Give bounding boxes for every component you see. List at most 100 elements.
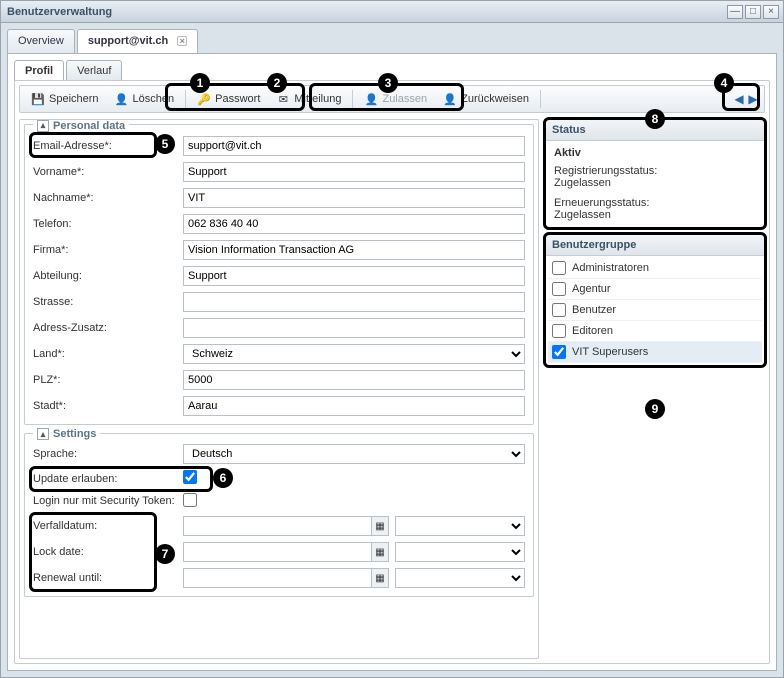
next-arrow[interactable]: ▶ [746, 91, 760, 107]
strasse-field[interactable] [183, 292, 525, 312]
plz-field[interactable] [183, 370, 525, 390]
vorname-label: Vorname*: [33, 166, 183, 178]
telefon-field[interactable] [183, 214, 525, 234]
prev-arrow[interactable]: ◀ [732, 91, 746, 107]
titlebar: Benutzerverwaltung — □ × [1, 1, 783, 23]
renewal-date[interactable] [183, 568, 371, 588]
group-label: Editoren [572, 325, 613, 337]
email-label: Email-Adresse*: [33, 140, 183, 152]
land-select[interactable]: Schweiz [183, 344, 525, 364]
plz-label: PLZ*: [33, 374, 183, 386]
mitteilung-button[interactable]: ✉Mitteilung [269, 89, 348, 109]
status-reg-label: Registrierungsstatus: [554, 165, 756, 177]
renewal-select[interactable] [395, 568, 525, 588]
tab-verlauf-label: Verlauf [77, 65, 111, 77]
calendar-icon[interactable]: ▦ [371, 542, 389, 562]
fieldset-settings: ▴Settings Sprache:Deutsch Update erlaube… [24, 433, 534, 598]
zusatz-field[interactable] [183, 318, 525, 338]
verfall-date[interactable] [183, 516, 371, 536]
save-label: Speichern [49, 93, 99, 105]
group-row[interactable]: Benutzer [548, 300, 762, 321]
zulassen-button[interactable]: 👤Zulassen [357, 89, 434, 109]
calendar-icon[interactable]: ▦ [371, 568, 389, 588]
status-ern-label: Erneuerungsstatus: [554, 197, 756, 209]
tab-profil-label: Profil [25, 65, 53, 77]
tab-user-label: support@vit.ch [88, 35, 168, 47]
firma-field[interactable] [183, 240, 525, 260]
group-checkbox[interactable] [552, 345, 566, 359]
key-icon: 🔑 [197, 92, 211, 106]
strasse-label: Strasse: [33, 296, 183, 308]
email-field[interactable] [183, 136, 525, 156]
sprache-select[interactable]: Deutsch [183, 444, 525, 464]
groups-header: Benutzergruppe [546, 235, 764, 256]
delete-button[interactable]: 👤 Löschen [108, 89, 182, 109]
group-label: Administratoren [572, 262, 649, 274]
vorname-field[interactable] [183, 162, 525, 182]
group-label: VIT Superusers [572, 346, 648, 358]
group-label: Benutzer [572, 304, 616, 316]
fieldset-personal: ▴Personal data Email-Adresse*: 5 Vorname… [24, 124, 534, 425]
tab-user[interactable]: support@vit.ch × [77, 29, 198, 53]
group-checkbox[interactable] [552, 324, 566, 338]
right-column: Status Aktiv Registrierungsstatus: Zugel… [545, 119, 765, 659]
telefon-label: Telefon: [33, 218, 183, 230]
verfall-label: Verfalldatum: [33, 520, 183, 532]
status-ern-value: Zugelassen [554, 209, 756, 221]
content: Profil Verlauf 💾 Speichern 👤 Löschen 🔑Pass… [7, 53, 777, 671]
stadt-label: Stadt*: [33, 400, 183, 412]
allow-icon: 👤 [364, 92, 378, 106]
legend-personal: Personal data [53, 120, 125, 132]
nachname-field[interactable] [183, 188, 525, 208]
abteilung-field[interactable] [183, 266, 525, 286]
tab-verlauf[interactable]: Verlauf [66, 60, 122, 81]
group-row[interactable]: Administratoren [548, 258, 762, 279]
callout-9: 9 [645, 399, 665, 419]
maximize-button[interactable]: □ [745, 5, 761, 19]
close-button[interactable]: × [763, 5, 779, 19]
lock-select[interactable] [395, 542, 525, 562]
delete-label: Löschen [133, 93, 175, 105]
save-icon: 💾 [31, 92, 45, 106]
tabs-level2: Profil Verlauf [14, 60, 770, 81]
collapse-icon[interactable]: ▴ [37, 428, 49, 440]
lock-date[interactable] [183, 542, 371, 562]
minimize-button[interactable]: — [727, 5, 743, 19]
group-checkbox[interactable] [552, 261, 566, 275]
mail-icon: ✉ [276, 92, 290, 106]
zurueckweisen-label: Zurückweisen [461, 93, 529, 105]
collapse-icon[interactable]: ▴ [37, 120, 49, 132]
save-button[interactable]: 💾 Speichern [24, 89, 106, 109]
calendar-icon[interactable]: ▦ [371, 516, 389, 536]
stadt-field[interactable] [183, 396, 525, 416]
group-label: Agentur [572, 283, 611, 295]
sprache-label: Sprache: [33, 448, 183, 460]
tab-profil[interactable]: Profil [14, 60, 64, 81]
zurueckweisen-button[interactable]: 👤 Zurückweisen [436, 89, 536, 109]
group-checkbox[interactable] [552, 282, 566, 296]
passwort-button[interactable]: 🔑Passwort [190, 89, 267, 109]
legend-settings: Settings [53, 428, 96, 440]
nachname-label: Nachname*: [33, 192, 183, 204]
group-checkbox[interactable] [552, 303, 566, 317]
tabs-level1: Overview support@vit.ch × [1, 23, 783, 53]
lock-label: Lock date: [33, 546, 183, 558]
token-checkbox[interactable] [183, 493, 197, 507]
status-header: Status [546, 120, 764, 141]
delete-icon: 👤 [115, 92, 129, 106]
groups-panel: Benutzergruppe Administratoren Agentur B… [545, 234, 765, 366]
tab-overview[interactable]: Overview [7, 29, 75, 53]
abteilung-label: Abteilung: [33, 270, 183, 282]
reject-icon: 👤 [443, 92, 457, 106]
update-checkbox[interactable] [183, 470, 197, 484]
status-panel: Status Aktiv Registrierungsstatus: Zugel… [545, 119, 765, 228]
window: Benutzerverwaltung — □ × Overview suppor… [0, 0, 784, 678]
group-row[interactable]: Editoren [548, 321, 762, 342]
verfall-select[interactable] [395, 516, 525, 536]
group-row[interactable]: VIT Superusers [548, 342, 762, 363]
close-icon[interactable]: × [177, 36, 187, 46]
group-row[interactable]: Agentur [548, 279, 762, 300]
window-title: Benutzerverwaltung [5, 6, 725, 18]
renewal-label: Renewal until: [33, 572, 183, 584]
tab-overview-label: Overview [18, 35, 64, 47]
